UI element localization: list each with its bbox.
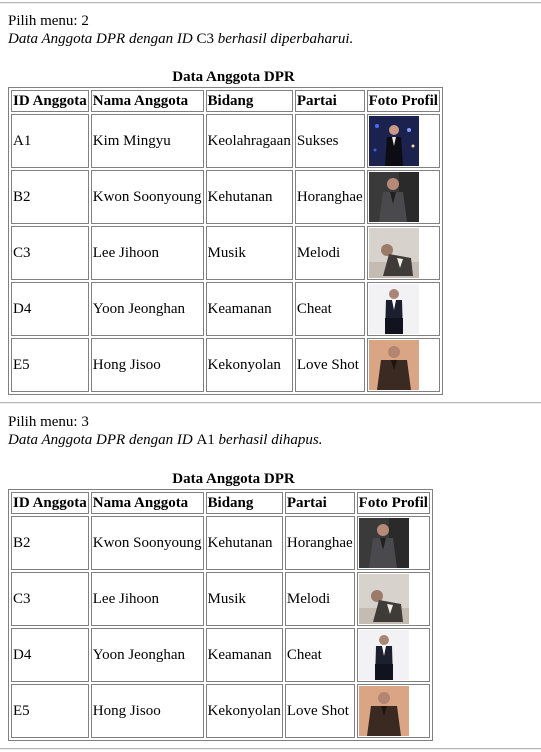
cell-partai: Melodi [284,572,355,626]
cell-id: D4 [11,282,89,336]
cell-nama: Kwon Soonyoung [90,516,204,570]
menu-selection-1: Pilih menu: 2 [8,13,89,29]
cell-nama: Yoon Jeonghan [90,282,204,336]
status-message-2: Data Anggota DPR dengan ID A1 berhasil d… [8,431,322,449]
cell-nama: Lee Jihoon [90,572,204,626]
cell-foto [356,572,430,626]
cell-nama: Lee Jihoon [90,226,204,280]
cell-partai: Love Shot [284,684,355,738]
cell-bidang: Kehutanan [205,170,293,224]
cell-foto [366,114,440,168]
column-header-partai: Partai [284,492,355,514]
cell-partai: Horanghae [284,516,355,570]
table-row: C3 Lee Jihoon Musik Melodi [11,572,430,626]
column-header-nama: Nama Anggota [90,492,204,514]
cell-foto [356,628,430,682]
status-message-prefix: Data Anggota DPR dengan ID [8,432,197,448]
cell-partai: Sukses [294,114,365,168]
cell-nama: Kim Mingyu [90,114,204,168]
table-row: E5 Hong Jisoo Kekonyolan Love Shot [11,338,440,392]
profile-photo-lee-jihoon [368,228,419,278]
profile-photo-kim-mingyu [368,116,419,166]
table-caption-2: Data Anggota DPR [172,471,295,487]
cell-bidang: Musik [205,226,293,280]
cell-bidang: Keolahragaan [205,114,293,168]
cell-partai: Melodi [294,226,365,280]
cell-foto [366,170,440,224]
profile-photo-hong-jisoo [358,686,409,736]
table-header-row: ID Anggota Nama Anggota Bidang Partai Fo… [11,492,430,514]
table-row: E5 Hong Jisoo Kekonyolan Love Shot [11,684,430,738]
status-message-id: C3 [196,31,214,47]
cell-partai: Cheat [284,628,355,682]
table-row: D4 Yoon Jeonghan Keamanan Cheat [11,282,440,336]
cell-id: E5 [11,338,89,392]
column-header-bidang: Bidang [205,90,293,112]
status-message-1: Data Anggota DPR dengan ID C3 berhasil d… [8,30,353,48]
profile-photo-kwon-soonyoung [358,518,409,568]
profile-photo-yoon-jeonghan [368,284,419,334]
cell-nama: Kwon Soonyoung [90,170,204,224]
cell-bidang: Keamanan [205,282,293,336]
table-caption-1: Data Anggota DPR [172,69,295,85]
table-row: D4 Yoon Jeonghan Keamanan Cheat [11,628,430,682]
status-message-suffix: berhasil dihapus. [214,432,323,448]
profile-photo-hong-jisoo [368,340,419,390]
column-header-id: ID Anggota [11,90,89,112]
cell-id: B2 [11,516,89,570]
bottom-divider [0,748,541,750]
table-row: A1 Kim Mingyu Keolahragaan Sukses [11,114,440,168]
cell-foto [356,684,430,738]
cell-id: D4 [11,628,89,682]
cell-id: B2 [11,170,89,224]
cell-bidang: Kehutanan [205,516,283,570]
top-divider [0,2,541,4]
column-header-bidang: Bidang [205,492,283,514]
cell-partai: Cheat [294,282,365,336]
profile-photo-lee-jihoon [358,574,409,624]
cell-foto [366,338,440,392]
cell-bidang: Kekonyolan [205,338,293,392]
status-message-prefix: Data Anggota DPR dengan ID [8,31,197,47]
cell-nama: Hong Jisoo [90,684,204,738]
cell-partai: Horanghae [294,170,365,224]
table-header-row: ID Anggota Nama Anggota Bidang Partai Fo… [11,90,440,112]
table-row: C3 Lee Jihoon Musik Melodi [11,226,440,280]
table-row: B2 Kwon Soonyoung Kehutanan Horanghae [11,170,440,224]
members-table-2: ID Anggota Nama Anggota Bidang Partai Fo… [8,489,433,741]
cell-nama: Hong Jisoo [90,338,204,392]
cell-id: C3 [11,226,89,280]
cell-foto [366,282,440,336]
cell-id: C3 [11,572,89,626]
column-header-id: ID Anggota [11,492,89,514]
profile-photo-kwon-soonyoung [368,172,419,222]
profile-photo-yoon-jeonghan [358,630,409,680]
cell-foto [366,226,440,280]
menu-selection-2: Pilih menu: 3 [8,414,89,430]
section-divider [0,402,541,404]
status-message-suffix: berhasil diperbaharui. [213,31,354,47]
cell-bidang: Keamanan [205,628,283,682]
status-message-id: A1 [196,432,215,448]
column-header-partai: Partai [294,90,365,112]
table-row: B2 Kwon Soonyoung Kehutanan Horanghae [11,516,430,570]
column-header-foto: Foto Profil [366,90,440,112]
column-header-nama: Nama Anggota [90,90,204,112]
cell-bidang: Musik [205,572,283,626]
cell-nama: Yoon Jeonghan [90,628,204,682]
cell-bidang: Kekonyolan [205,684,283,738]
members-table-1: ID Anggota Nama Anggota Bidang Partai Fo… [8,87,443,395]
cell-partai: Love Shot [294,338,365,392]
cell-id: E5 [11,684,89,738]
cell-id: A1 [11,114,89,168]
column-header-foto: Foto Profil [356,492,430,514]
cell-foto [356,516,430,570]
